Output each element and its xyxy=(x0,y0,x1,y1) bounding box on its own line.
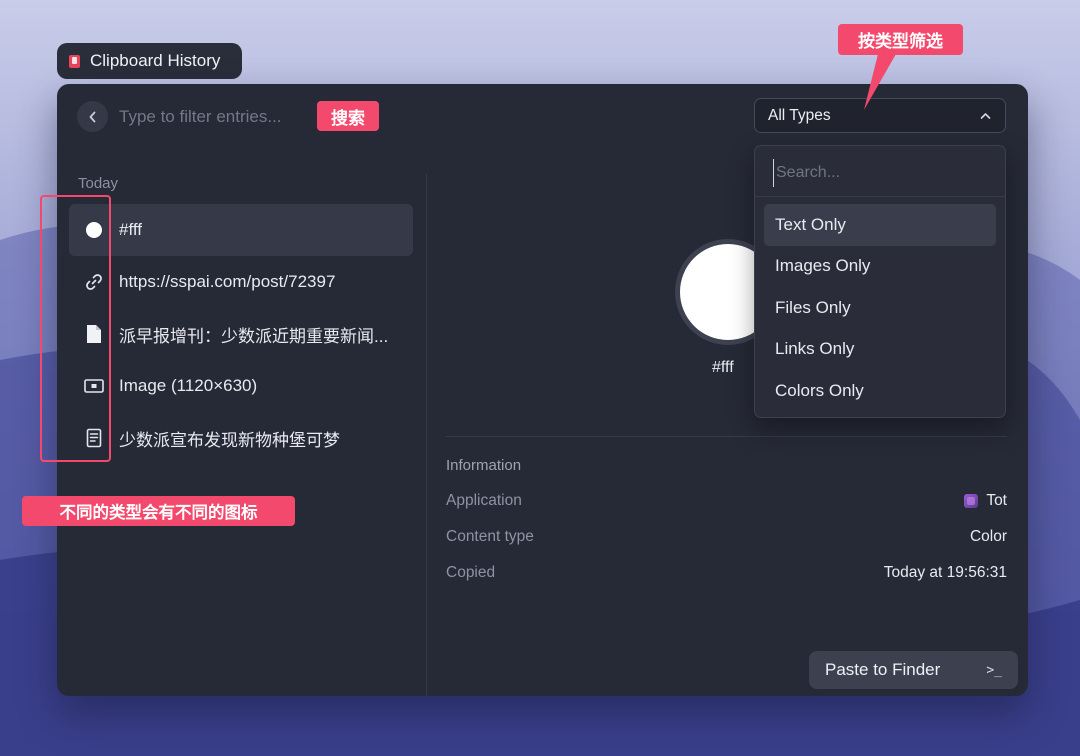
paste-to-finder-button[interactable]: Paste to Finder >_ xyxy=(809,651,1018,689)
info-divider xyxy=(446,436,1007,437)
type-filter-value: All Types xyxy=(768,106,831,124)
annotation-icons: 不同的类型会有不同的图标 xyxy=(22,496,295,526)
info-value: Today at 19:56:31 xyxy=(883,564,1007,581)
entry-list: #fff https://sspai.com/post/72397 派早报增刊：… xyxy=(69,204,413,464)
app-icon xyxy=(69,54,80,68)
info-value: Tot xyxy=(986,492,1007,509)
info-key: Copied xyxy=(446,564,496,581)
list-item-text: Image (1120×630) xyxy=(119,376,258,395)
annotation-filter: 按类型筛选 xyxy=(838,24,963,55)
chevron-left-icon xyxy=(89,111,95,122)
dropdown-option-colors-only[interactable]: Colors Only xyxy=(764,370,996,412)
window-title: Clipboard History xyxy=(90,51,221,70)
dropdown-options: Text Only Images Only Files Only Links O… xyxy=(764,204,996,412)
list-item-text: 少数派宣布发现新物种堡可梦 xyxy=(119,430,340,450)
dropdown-option-files-only[interactable]: Files Only xyxy=(764,287,996,329)
list-item-text: #fff xyxy=(119,220,143,239)
window-title-tab: Clipboard History xyxy=(57,43,242,79)
type-filter-dropdown: Text Only Images Only Files Only Links O… xyxy=(754,145,1006,418)
clipboard-window: All Types Today #fff https://sspai.com xyxy=(57,84,1028,696)
dropdown-search-input[interactable] xyxy=(773,159,976,187)
list-item[interactable]: Image (1120×630) xyxy=(69,360,413,412)
chevron-up-icon xyxy=(980,112,991,119)
icon-annotation-box xyxy=(40,195,111,462)
dropdown-option-links-only[interactable]: Links Only xyxy=(764,329,996,371)
info-title: Information xyxy=(446,457,522,474)
list-item[interactable]: #fff xyxy=(69,204,413,256)
search-input[interactable] xyxy=(119,102,319,132)
panel-divider xyxy=(426,174,427,696)
list-item[interactable]: https://sspai.com/post/72397 xyxy=(69,256,413,308)
paste-button-label: Paste to Finder xyxy=(825,660,941,679)
annotation-search: 搜索 xyxy=(317,101,379,131)
annotation-arrow-icon xyxy=(864,54,896,110)
info-key: Application xyxy=(446,492,522,509)
back-button[interactable] xyxy=(77,101,108,132)
info-value: Color xyxy=(969,528,1007,545)
dropdown-option-text-only[interactable]: Text Only xyxy=(764,204,996,246)
list-item[interactable]: 派早报增刊：少数派近期重要新闻... xyxy=(69,308,413,360)
section-label-today: Today xyxy=(78,175,119,192)
info-row-application: Application Tot xyxy=(446,492,1007,510)
terminal-shortcut-icon: >_ xyxy=(986,662,1002,678)
dropdown-separator xyxy=(755,196,1005,197)
list-item[interactable]: 少数派宣布发现新物种堡可梦 xyxy=(69,412,413,464)
list-item-text: https://sspai.com/post/72397 xyxy=(119,272,336,291)
dropdown-option-images-only[interactable]: Images Only xyxy=(764,246,996,288)
list-item-text: 派早报增刊：少数派近期重要新闻... xyxy=(119,326,389,346)
info-key: Content type xyxy=(446,528,534,545)
info-row-copied: Copied Today at 19:56:31 xyxy=(446,564,1007,582)
info-row-content-type: Content type Color xyxy=(446,528,1007,546)
preview-label: #fff xyxy=(712,359,734,376)
tot-app-icon xyxy=(964,494,979,508)
